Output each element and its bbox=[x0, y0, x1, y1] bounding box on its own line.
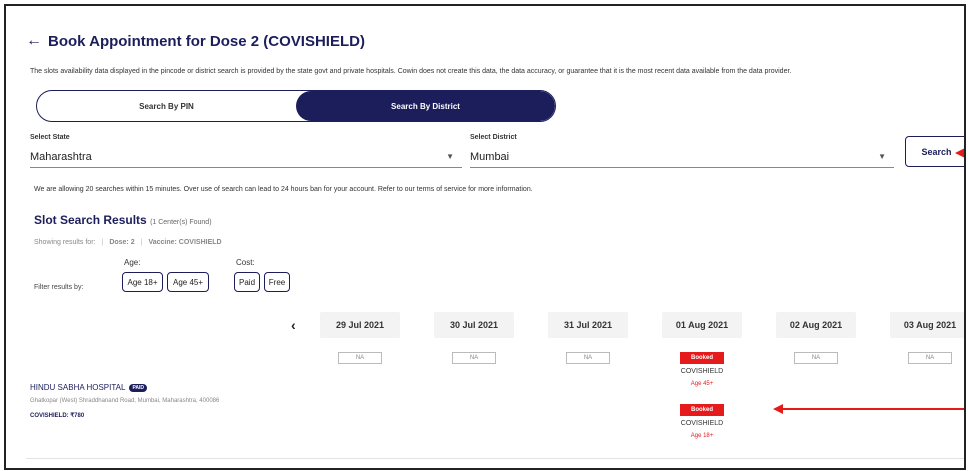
vaccine-value: Vaccine: COVISHIELD bbox=[148, 239, 222, 246]
center-name-text: HINDU SABHA HOSPITAL bbox=[30, 383, 126, 392]
state-select-label: Select State bbox=[30, 134, 70, 141]
slot-na-badge: NA bbox=[908, 352, 952, 364]
results-title-text: Slot Search Results bbox=[34, 213, 147, 227]
separator: | bbox=[101, 239, 104, 246]
slot-booked-badge[interactable]: Booked bbox=[680, 404, 724, 416]
slot-vaccine-name: COVISHIELD bbox=[680, 420, 724, 427]
data-disclaimer: The slots availability data displayed in… bbox=[30, 68, 792, 75]
district-select-value: Mumbai bbox=[470, 150, 510, 163]
filter-paid-chip[interactable]: Paid bbox=[234, 272, 260, 292]
center-name: HINDU SABHA HOSPITAL PAID bbox=[30, 383, 148, 392]
slot-age-limit: Age 18+ bbox=[690, 433, 714, 439]
paid-badge: PAID bbox=[129, 383, 148, 392]
center-address: Ghatkopar (West) Shraddhanand Road, Mumb… bbox=[30, 398, 220, 404]
showing-label: Showing results for: bbox=[34, 239, 96, 246]
annotation-arrow-line bbox=[963, 152, 964, 154]
slot-na-badge: NA bbox=[338, 352, 382, 364]
slot-na-badge: NA bbox=[794, 352, 838, 364]
slot-na-badge: NA bbox=[452, 352, 496, 364]
date-column-header: 30 Jul 2021 bbox=[434, 312, 514, 338]
rate-limit-note: We are allowing 20 searches within 15 mi… bbox=[34, 186, 533, 193]
annotation-arrow-line bbox=[781, 408, 964, 410]
dropdown-caret-icon: ▼ bbox=[878, 152, 886, 161]
slot-booked-badge[interactable]: Booked bbox=[680, 352, 724, 364]
cost-filter-heading: Cost: bbox=[236, 258, 255, 267]
date-column-header: 29 Jul 2021 bbox=[320, 312, 400, 338]
district-select-label: Select District bbox=[470, 134, 517, 141]
slot-na-badge: NA bbox=[566, 352, 610, 364]
district-select[interactable]: Mumbai ▼ bbox=[470, 146, 894, 168]
previous-dates-chevron-icon[interactable]: ‹ bbox=[291, 317, 296, 333]
filter-results-label: Filter results by: bbox=[34, 284, 84, 291]
date-column-header: 02 Aug 2021 bbox=[776, 312, 856, 338]
divider bbox=[26, 458, 964, 459]
date-column-header: 03 Aug 2021 bbox=[890, 312, 964, 338]
dose-value: Dose: 2 bbox=[109, 239, 135, 246]
tab-search-by-pin[interactable]: Search By PIN bbox=[37, 91, 296, 121]
state-select-value: Maharashtra bbox=[30, 150, 92, 163]
back-arrow-icon[interactable]: ← bbox=[26, 32, 42, 50]
slot-vaccine-name: COVISHIELD bbox=[680, 368, 724, 375]
separator: | bbox=[140, 239, 143, 246]
page-title: ← Book Appointment for Dose 2 (COVISHIEL… bbox=[26, 32, 365, 50]
results-title: Slot Search Results (1 Center(s) Found) bbox=[34, 213, 212, 227]
center-price: COVISHIELD: ₹780 bbox=[30, 413, 85, 419]
showing-results-for: Showing results for: | Dose: 2 | Vaccine… bbox=[34, 239, 222, 246]
filter-age-45-chip[interactable]: Age 45+ bbox=[167, 272, 209, 292]
dropdown-caret-icon: ▼ bbox=[446, 152, 454, 161]
age-filter-heading: Age: bbox=[124, 258, 141, 267]
filter-free-chip[interactable]: Free bbox=[264, 272, 290, 292]
page-title-text: Book Appointment for Dose 2 (COVISHIELD) bbox=[48, 32, 365, 50]
date-column-header: 31 Jul 2021 bbox=[548, 312, 628, 338]
state-select[interactable]: Maharashtra ▼ bbox=[30, 146, 462, 168]
search-mode-toggle: Search By PIN Search By District bbox=[36, 90, 556, 122]
tab-search-by-district[interactable]: Search By District bbox=[296, 91, 555, 121]
results-count: (1 Center(s) Found) bbox=[150, 219, 212, 226]
date-column-header: 01 Aug 2021 bbox=[662, 312, 742, 338]
app-frame: ← Book Appointment for Dose 2 (COVISHIEL… bbox=[4, 4, 966, 470]
filter-age-18-chip[interactable]: Age 18+ bbox=[122, 272, 163, 292]
slot-age-limit: Age 45+ bbox=[690, 381, 714, 387]
